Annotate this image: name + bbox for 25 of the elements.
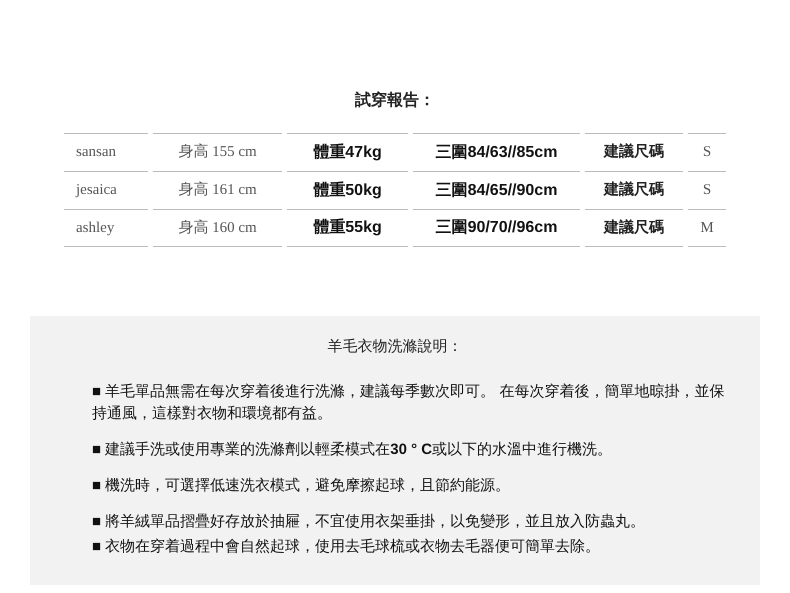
table-cell: 體重50kg [287,171,408,209]
table-cell: 體重47kg [287,133,408,171]
table-cell: M [688,209,726,247]
table-cell: sansan [64,133,148,171]
care-title: 羊毛衣物洗滌說明： [328,337,462,357]
table-cell: 三圍84/65//90cm [413,171,580,209]
care-instruction: ■ 將羊絨單品摺疊好存放於抽屜，不宜使用衣架垂掛，以免變形，並且放入防蟲丸。 [92,512,646,532]
table-cell: 三圍90/70//96cm [413,209,580,247]
table-cell: 體重55kg [287,209,408,247]
table-cell: S [688,171,726,209]
table-cell: 身高 155 cm [153,133,282,171]
table-cell: ashley [64,209,148,247]
table-cell: 建議尺碼 [585,171,683,209]
care-instruction: ■ 衣物在穿着過程中會自然起球，使用去毛球梳或衣物去毛器便可簡單去除。 [92,536,602,556]
report-title: 試穿報告： [355,90,435,111]
table-cell: 身高 160 cm [153,209,282,247]
table-cell: 建議尺碼 [585,209,683,247]
care-instruction: ■ 建議手洗或使用專業的洗滌劑以輕柔模式在30 ° C或以下的水溫中進行機洗。 [92,440,614,460]
table-cell: jesaica [64,171,148,209]
table-cell: 身高 161 cm [153,171,282,209]
table-cell: 建議尺碼 [585,133,683,171]
care-instruction: ■ 機洗時，可選擇低速洗衣模式，避免摩擦起球，且節約能源。 [92,476,512,496]
care-instruction: ■ 羊毛單品無需在每次穿着後進行洗滌，建議每季數次即可。 在每次穿着後，簡單地晾掛，並保持通風，這樣對衣物和環境都有益。 [92,382,726,424]
table-cell: S [688,133,726,171]
table-cell: 三圍84/63//85cm [413,133,580,171]
